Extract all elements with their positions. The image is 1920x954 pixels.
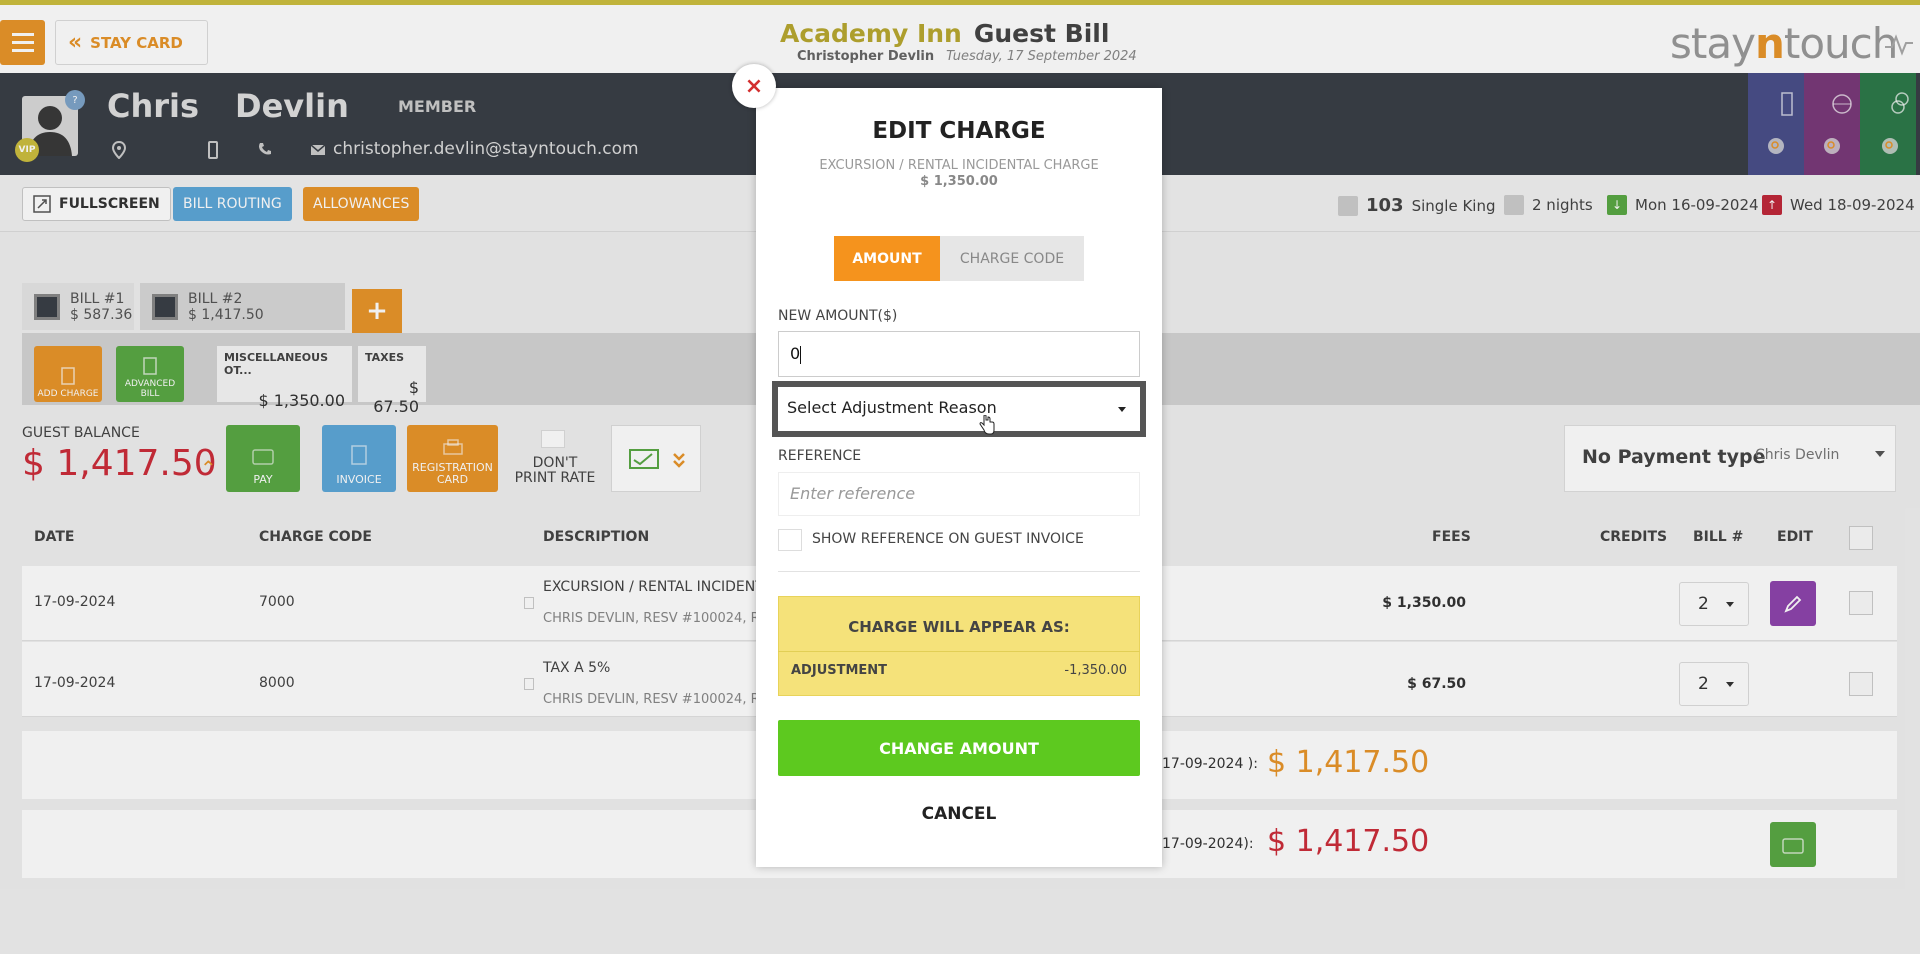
charge-preview-value: -1,350.00 (1064, 663, 1127, 678)
hand-pointer-icon (979, 415, 995, 435)
modal-title: EDIT CHARGE (872, 118, 1046, 144)
show-reference-label: SHOW REFERENCE ON GUEST INVOICE (812, 531, 1084, 547)
text-cursor (800, 345, 802, 364)
charge-original-amount: $ 1,350.00 (920, 174, 998, 189)
charge-name: EXCURSION / RENTAL INCIDENTAL CHARGE (819, 158, 1099, 173)
charge-preview-box (778, 596, 1140, 696)
charge-preview-type: ADJUSTMENT (791, 663, 888, 678)
tab-charge-code[interactable]: CHARGE CODE (940, 236, 1084, 281)
adjustment-reason-value: Select Adjustment Reason (787, 398, 997, 417)
charge-preview-title: CHARGE WILL APPEAR AS: (848, 618, 1070, 636)
charge-preview-divider (778, 651, 1140, 652)
new-amount-input[interactable]: 0 (778, 331, 1140, 377)
new-amount-value: 0 (790, 344, 801, 363)
change-amount-button[interactable]: CHANGE AMOUNT (778, 720, 1140, 776)
reference-label: REFERENCE (778, 448, 862, 464)
close-icon[interactable]: × (732, 64, 776, 108)
tab-amount[interactable]: AMOUNT (834, 236, 940, 281)
reference-input[interactable]: Enter reference (778, 472, 1140, 516)
new-amount-label: NEW AMOUNT($) (778, 308, 898, 324)
caret-down-icon (1118, 407, 1126, 412)
cancel-button[interactable]: CANCEL (756, 804, 1162, 824)
show-reference-checkbox[interactable] (778, 529, 802, 551)
adjustment-reason-select[interactable]: Select Adjustment Reason (772, 381, 1146, 437)
divider (778, 571, 1140, 572)
